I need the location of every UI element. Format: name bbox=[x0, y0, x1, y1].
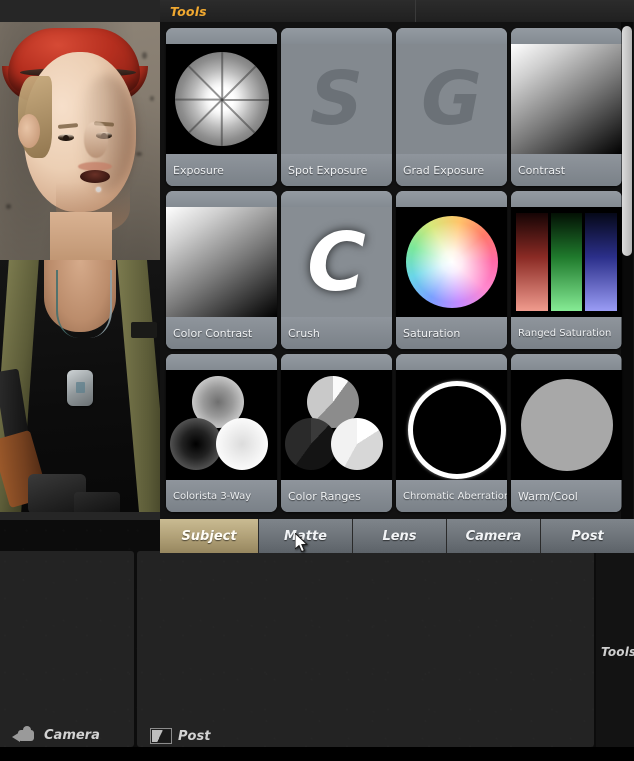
white-ring-icon bbox=[396, 370, 507, 480]
tab-label: Camera bbox=[465, 528, 522, 544]
tab-label: Post bbox=[571, 528, 604, 544]
tools-panel-header: Tools bbox=[160, 0, 634, 22]
tab-lens[interactable]: Lens bbox=[353, 519, 447, 553]
tab-subject[interactable]: Subject bbox=[160, 519, 259, 553]
tool-tile-label: Saturation bbox=[403, 326, 461, 340]
photo-necklace-chain bbox=[56, 270, 112, 338]
tool-tile-warm-cool[interactable]: Warm/Cool bbox=[511, 354, 622, 512]
letter-g-icon: G bbox=[421, 56, 482, 142]
tool-tile-label: Grad Exposure bbox=[403, 163, 485, 177]
aperture-icon bbox=[166, 44, 277, 154]
photo-ear bbox=[18, 114, 40, 148]
viewer-photo bbox=[0, 22, 160, 512]
three-pies-icon bbox=[281, 370, 392, 480]
tool-tile-contrast[interactable]: Contrast bbox=[511, 28, 622, 186]
tool-tile-label: Contrast bbox=[518, 163, 566, 177]
tab-camera[interactable]: Camera bbox=[447, 519, 541, 553]
tool-tile-label: Crush bbox=[288, 326, 320, 340]
tools-grid: Exposure S Spot Exposure G Grad Exposure… bbox=[166, 28, 622, 512]
bottom-bar bbox=[0, 747, 634, 761]
tab-label: Lens bbox=[382, 528, 417, 544]
tool-tile-crush[interactable]: C Crush bbox=[281, 191, 392, 349]
photo-nose bbox=[84, 122, 108, 158]
letter-c-icon: C bbox=[307, 215, 366, 309]
tool-tile-label: Colorista 3-Way bbox=[173, 490, 252, 502]
video-camera-icon bbox=[12, 725, 38, 743]
header-divider bbox=[415, 0, 416, 22]
tool-tile-chromatic-aberration[interactable]: Chromatic Aberration bbox=[396, 354, 507, 512]
half-fill-square-icon bbox=[150, 728, 172, 744]
tools-grid-container: Exposure S Spot Exposure G Grad Exposure… bbox=[160, 22, 634, 519]
tool-tile-grad-exposure[interactable]: G Grad Exposure bbox=[396, 28, 507, 186]
tools-scrollbar-thumb[interactable] bbox=[622, 26, 632, 256]
dock-item-camera[interactable]: Camera bbox=[12, 725, 100, 743]
rgb-bars-icon bbox=[511, 207, 622, 317]
right-rail-tools-label[interactable]: Tools bbox=[601, 645, 634, 659]
dock-item-camera-label: Camera bbox=[44, 728, 100, 743]
tools-category-tabs: Subject Matte Lens Camera Post bbox=[160, 519, 634, 553]
app-window: Tools Camera Post Tools Exposure S Spot … bbox=[0, 0, 634, 761]
tool-tile-saturation[interactable]: Saturation bbox=[396, 191, 507, 349]
mouse-cursor bbox=[295, 533, 308, 553]
tool-tile-ranged-saturation[interactable]: Ranged Saturation bbox=[511, 191, 622, 349]
tab-post[interactable]: Post bbox=[541, 519, 634, 553]
tool-tile-label: Chromatic Aberration bbox=[403, 490, 507, 502]
gray-disc-icon bbox=[511, 370, 622, 480]
lower-panel-right[interactable] bbox=[137, 551, 594, 747]
tool-tile-exposure[interactable]: Exposure bbox=[166, 28, 277, 186]
tool-tile-label: Color Ranges bbox=[288, 489, 361, 503]
tool-tile-color-contrast[interactable]: Color Contrast bbox=[166, 191, 277, 349]
lower-panel-left[interactable] bbox=[0, 551, 134, 747]
tab-label: Subject bbox=[181, 528, 237, 544]
three-spheres-icon bbox=[166, 370, 277, 480]
tool-tile-colorista-3-way[interactable]: Colorista 3-Way bbox=[166, 354, 277, 512]
tools-scrollbar-track[interactable] bbox=[621, 22, 633, 519]
dock-item-post-label: Post bbox=[178, 728, 211, 744]
tool-tile-color-ranges[interactable]: Color Ranges bbox=[281, 354, 392, 512]
tool-tile-spot-exposure[interactable]: S Spot Exposure bbox=[281, 28, 392, 186]
tool-tile-label: Exposure bbox=[173, 163, 224, 177]
dock-item-post[interactable]: Post bbox=[150, 728, 210, 744]
color-wheel-icon bbox=[396, 207, 507, 317]
tool-tile-label: Color Contrast bbox=[173, 326, 253, 340]
gradient-square-icon bbox=[511, 44, 622, 154]
tools-panel: Tools Exposure S Spot Exposure G Grad Ex… bbox=[160, 0, 634, 563]
tool-tile-label: Spot Exposure bbox=[288, 163, 368, 177]
tool-tile-label: Ranged Saturation bbox=[518, 327, 612, 339]
tool-tile-label: Warm/Cool bbox=[518, 489, 578, 503]
gradient-square-icon bbox=[166, 207, 277, 317]
tools-panel-title: Tools bbox=[170, 4, 207, 19]
letter-s-icon: S bbox=[309, 56, 364, 142]
